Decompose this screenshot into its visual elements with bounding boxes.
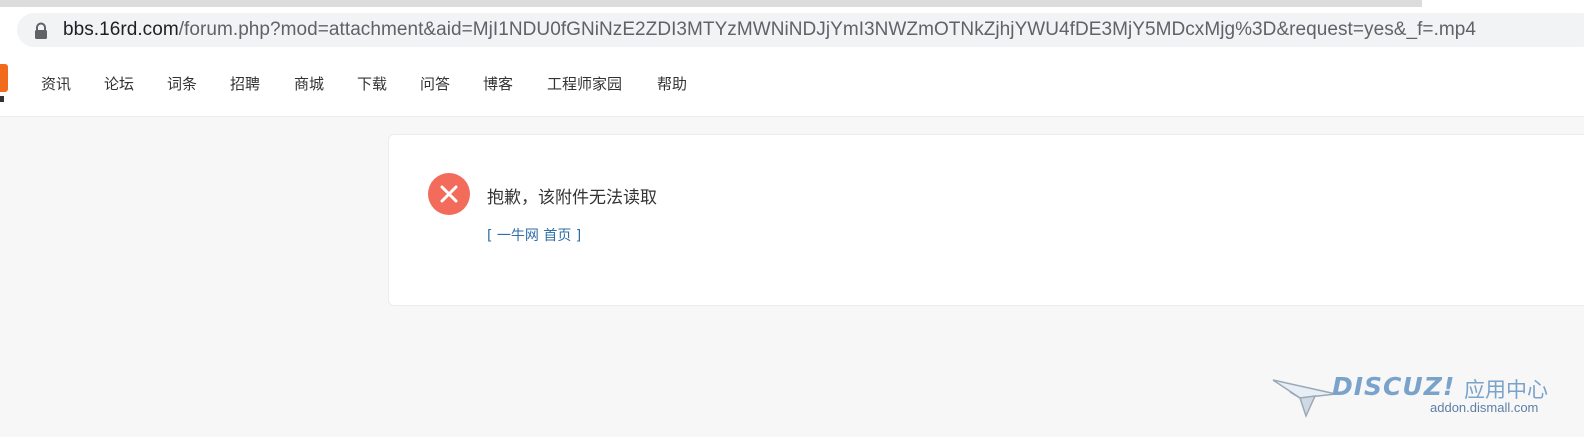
error-x-icon xyxy=(428,173,470,215)
url-host: bbs.16rd.com xyxy=(63,19,179,40)
discuz-watermark: DISCUZ! 应用中心 addon.dismall.com xyxy=(1270,370,1560,430)
nav-item-help[interactable]: 帮助 xyxy=(657,73,687,94)
nav-item-jobs[interactable]: 招聘 xyxy=(230,73,260,94)
url-text[interactable]: bbs.16rd.com/forum.php?mod=attachment&ai… xyxy=(63,19,1476,41)
url-path: /forum.php?mod=attachment&aid=MjI1NDU0fG… xyxy=(178,19,1477,40)
browser-top-strip xyxy=(0,0,1584,8)
nav-item-download[interactable]: 下载 xyxy=(357,73,387,94)
lock-icon[interactable] xyxy=(33,22,49,40)
nav-item-mall[interactable]: 商城 xyxy=(294,73,324,94)
nav-item-qa[interactable]: 问答 xyxy=(420,73,450,94)
browser-toolbar: bbs.16rd.com/forum.php?mod=attachment&ai… xyxy=(0,8,1584,54)
site-logo[interactable] xyxy=(0,64,8,92)
nav-item-engineer-home[interactable]: 工程师家园 xyxy=(547,73,622,94)
home-link[interactable]: [ 一牛网 首页 ] xyxy=(487,225,581,245)
nav-item-wiki[interactable]: 词条 xyxy=(167,73,197,94)
watermark-brand: DISCUZ! xyxy=(1332,372,1456,401)
page-load-progress-bar xyxy=(0,0,1422,7)
address-bar[interactable]: bbs.16rd.com/forum.php?mod=attachment&ai… xyxy=(17,13,1584,47)
site-navigation: 资讯 论坛 词条 招聘 商城 下载 问答 博客 工程师家园 帮助 xyxy=(0,54,1584,117)
error-message-card: 抱歉，该附件无法读取 [ 一牛网 首页 ] xyxy=(388,134,1584,306)
nav-item-news[interactable]: 资讯 xyxy=(41,73,71,94)
watermark-domain: addon.dismall.com xyxy=(1430,400,1539,415)
nav-item-forum[interactable]: 论坛 xyxy=(104,73,134,94)
nav-item-blog[interactable]: 博客 xyxy=(483,73,513,94)
error-message-text: 抱歉，该附件无法读取 xyxy=(487,188,657,208)
site-logo-fragment xyxy=(0,96,4,102)
